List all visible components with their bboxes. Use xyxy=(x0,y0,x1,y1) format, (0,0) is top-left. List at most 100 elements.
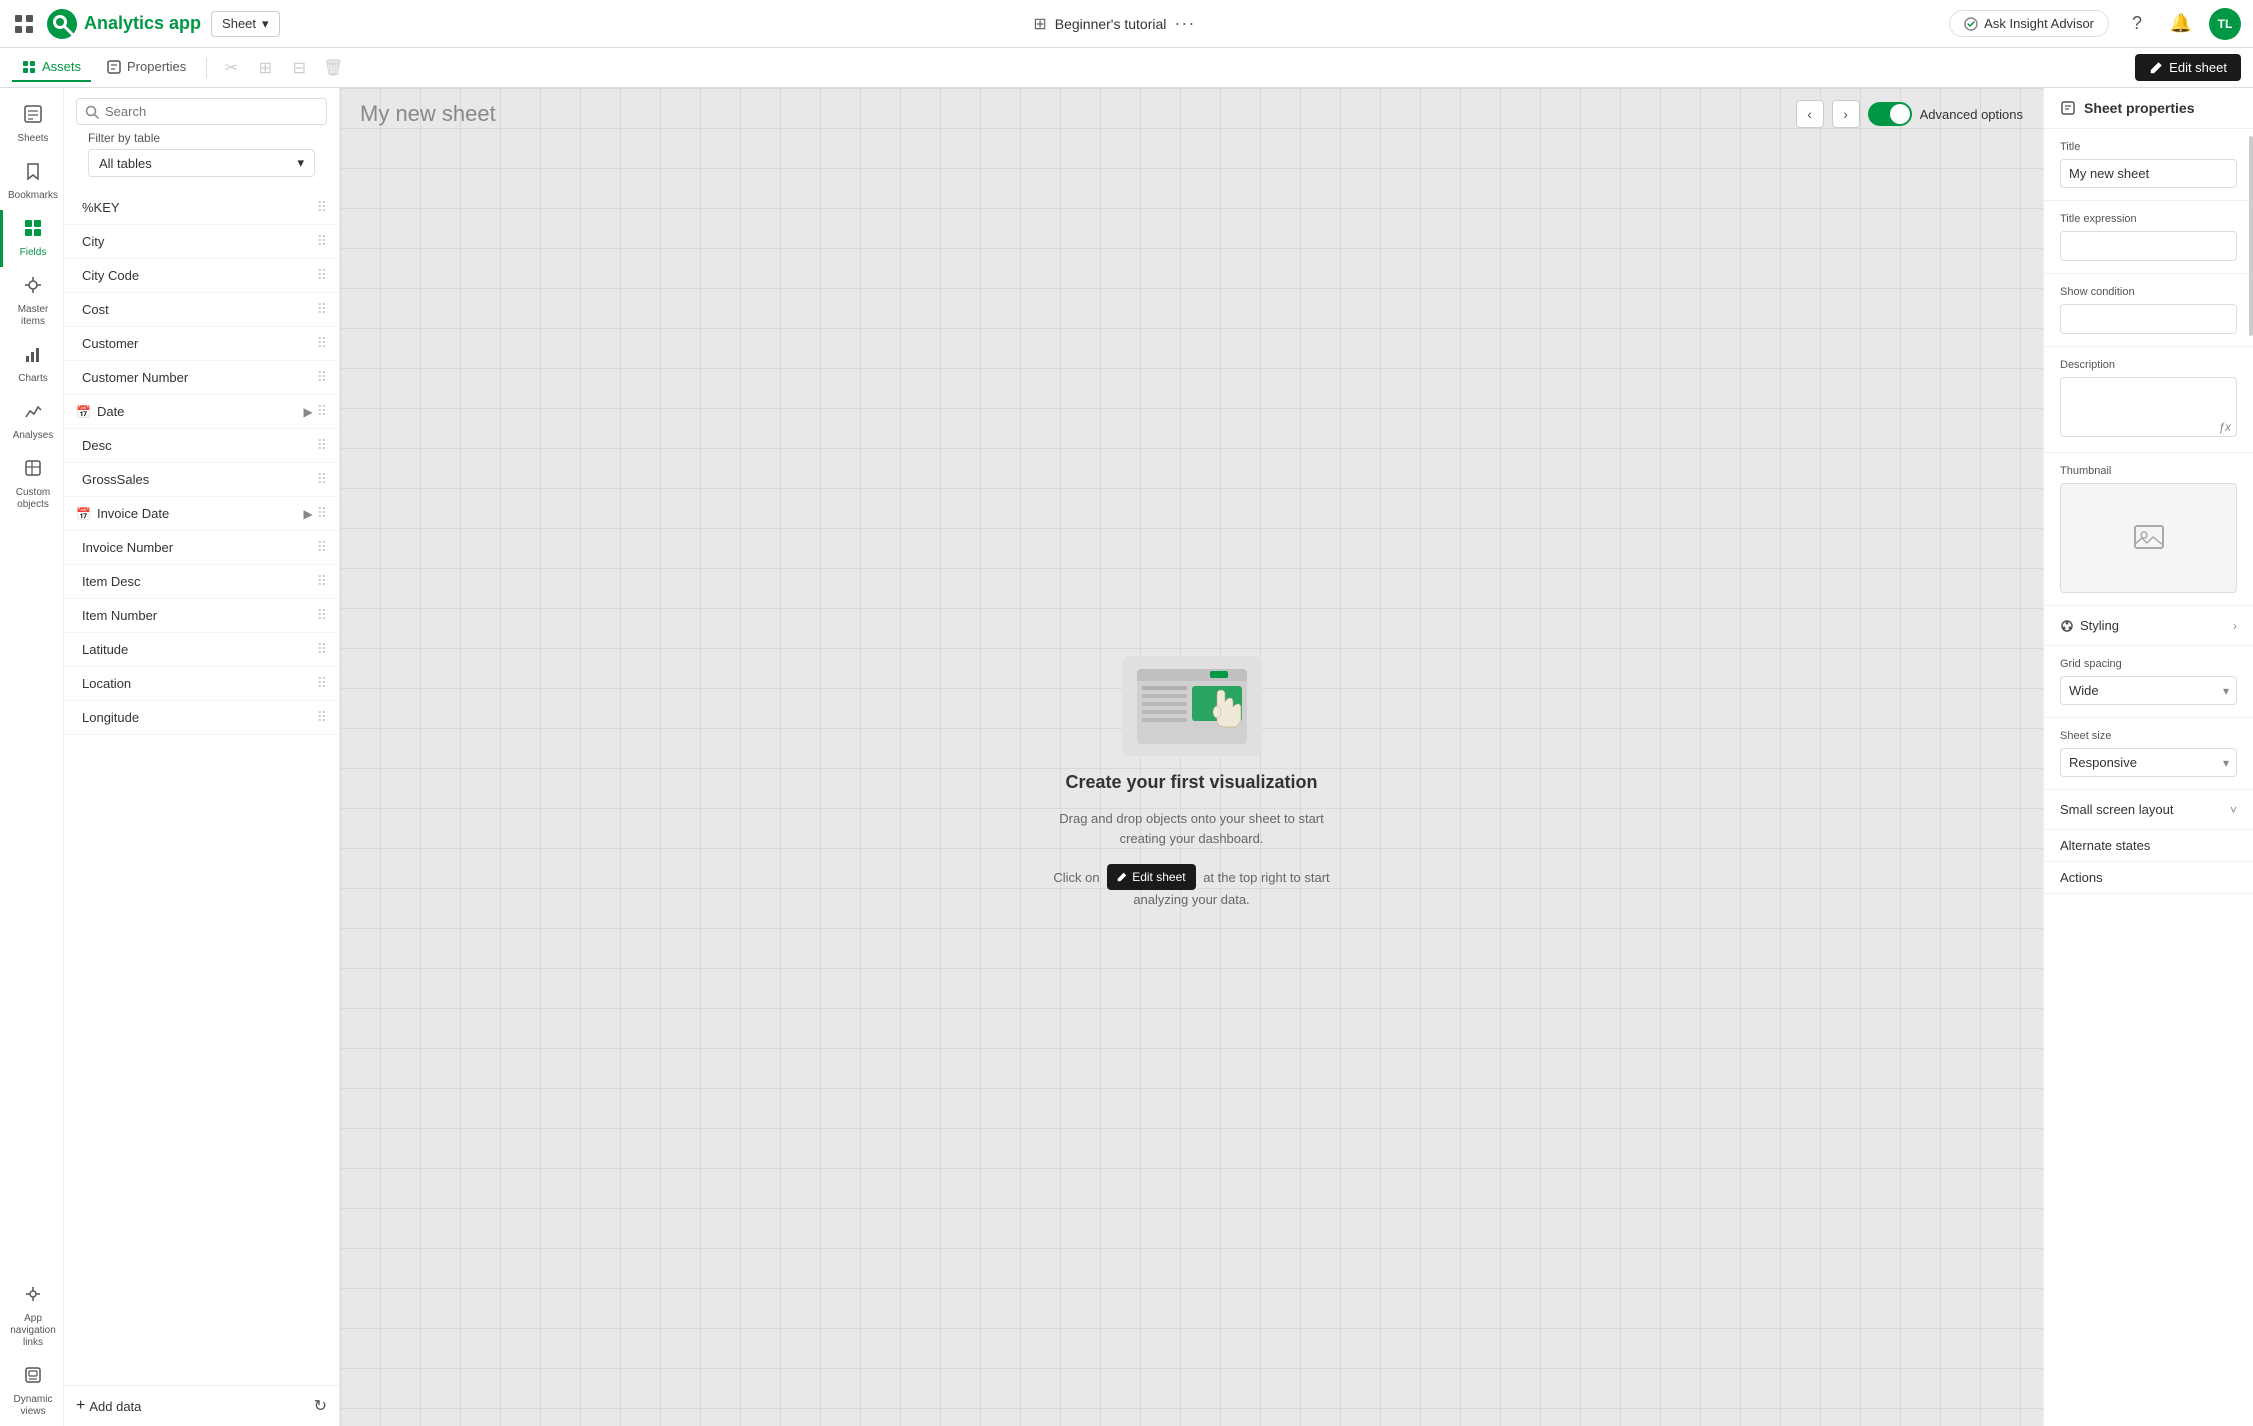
field-item-customer[interactable]: Customer ⠿ xyxy=(64,327,339,361)
drag-handle-icon[interactable]: ⠿ xyxy=(317,539,327,556)
insight-advisor-button[interactable]: Ask Insight Advisor xyxy=(1949,10,2109,37)
sidebar-item-custom-objects[interactable]: Custom objects xyxy=(0,450,64,519)
field-item-item-desc[interactable]: Item Desc ⠿ xyxy=(64,565,339,599)
user-avatar[interactable]: TL xyxy=(2209,8,2241,40)
prop-show-condition-section: Show condition ƒx xyxy=(2044,274,2253,347)
drag-handle-icon[interactable]: ⠿ xyxy=(317,301,327,318)
sheet-center-icon: ⊞ xyxy=(1033,14,1046,34)
field-item-location[interactable]: Location ⠿ xyxy=(64,667,339,701)
drag-handle-icon[interactable]: ⠿ xyxy=(317,675,327,692)
sidebar-item-app-nav[interactable]: App navigation links xyxy=(0,1276,64,1357)
sidebar-item-charts[interactable]: Charts xyxy=(0,336,64,393)
help-button[interactable]: ? xyxy=(2121,8,2153,40)
field-item-invoice-date[interactable]: 📅 Invoice Date ▶ ⠿ xyxy=(64,497,339,531)
delete-button[interactable]: 🗑 xyxy=(319,54,347,82)
refresh-button[interactable]: ↻ xyxy=(314,1396,327,1416)
canvas-body: Create your first visualization Drag and… xyxy=(1052,140,1332,1426)
sidebar-item-sheets[interactable]: Sheets xyxy=(0,96,64,153)
search-input[interactable] xyxy=(105,104,318,119)
prop-alternate-states[interactable]: Alternate states xyxy=(2044,830,2253,862)
sheet-dropdown[interactable]: Sheet ▾ xyxy=(211,11,280,37)
prop-title-expr-input[interactable] xyxy=(2061,233,2237,260)
prop-actions[interactable]: Actions xyxy=(2044,862,2253,894)
more-options-button[interactable]: ··· xyxy=(1174,13,1195,34)
sidebar-item-fields[interactable]: Fields xyxy=(0,210,64,267)
field-name: Item Desc xyxy=(82,574,141,589)
thumbnail-box[interactable] xyxy=(2060,483,2237,593)
prop-title-expr-input-wrapper: ƒx xyxy=(2060,231,2237,261)
drag-handle-icon[interactable]: ⠿ xyxy=(317,607,327,624)
drag-handle-icon[interactable]: ⠿ xyxy=(317,505,327,522)
notifications-button[interactable]: 🔔 xyxy=(2165,8,2197,40)
field-name: %KEY xyxy=(82,200,120,215)
field-item-latitude[interactable]: Latitude ⠿ xyxy=(64,633,339,667)
viz-click-text: Click on xyxy=(1053,870,1099,885)
prop-grid-spacing-label: Grid spacing xyxy=(2060,658,2237,670)
drag-handle-icon[interactable]: ⠿ xyxy=(317,403,327,420)
prop-description-fx[interactable]: ƒx xyxy=(2218,420,2231,434)
field-item-longitude[interactable]: Longitude ⠿ xyxy=(64,701,339,735)
field-item-cost[interactable]: Cost ⠿ xyxy=(64,293,339,327)
fields-header: Filter by table All tables ▾ xyxy=(64,88,339,191)
prop-description-section: Description ƒx xyxy=(2044,347,2253,453)
sidebar-item-bookmarks[interactable]: Bookmarks xyxy=(0,153,64,210)
all-tables-dropdown[interactable]: All tables ▾ xyxy=(88,149,315,177)
field-item-city[interactable]: City ⠿ xyxy=(64,225,339,259)
prop-styling-expandable[interactable]: Styling › xyxy=(2044,606,2253,646)
qlik-logo[interactable]: Analytics app xyxy=(46,8,201,40)
drag-handle-icon[interactable]: ⠿ xyxy=(317,335,327,352)
field-item-date[interactable]: 📅 Date ▶ ⠿ xyxy=(64,395,339,429)
drag-handle-icon[interactable]: ⠿ xyxy=(317,369,327,386)
prop-grid-spacing-select[interactable]: Narrow Medium Wide xyxy=(2060,676,2237,705)
search-box[interactable] xyxy=(76,98,327,125)
fields-icon xyxy=(23,218,43,244)
toolbar-divider xyxy=(206,58,207,78)
app-grid-icon[interactable] xyxy=(12,12,36,36)
drag-handle-icon[interactable]: ⠿ xyxy=(317,471,327,488)
nav-prev-button[interactable]: ‹ xyxy=(1796,100,1824,128)
analyses-icon xyxy=(23,401,43,427)
sidebar-item-dynamic-views[interactable]: Dynamic views xyxy=(0,1357,64,1426)
field-item-grosssales[interactable]: GrossSales ⠿ xyxy=(64,463,339,497)
edit-sheet-inline-button[interactable]: Edit sheet xyxy=(1107,864,1195,890)
properties-icon xyxy=(107,60,121,74)
viz-title: Create your first visualization xyxy=(1065,772,1317,793)
prop-show-condition-input[interactable] xyxy=(2061,306,2237,333)
field-item-invoice-number[interactable]: Invoice Number ⠿ xyxy=(64,531,339,565)
field-item-city-code[interactable]: City Code ⠿ xyxy=(64,259,339,293)
drag-handle-icon[interactable]: ⠿ xyxy=(317,199,327,216)
field-item-customer-number[interactable]: Customer Number ⠿ xyxy=(64,361,339,395)
advanced-options-toggle[interactable]: Advanced options xyxy=(1868,102,2023,126)
properties-tab[interactable]: Properties xyxy=(97,53,196,82)
field-item-key[interactable]: %KEY ⠿ xyxy=(64,191,339,225)
edit-sheet-button[interactable]: Edit sheet xyxy=(2135,54,2241,81)
advanced-options-toggle-switch[interactable] xyxy=(1868,102,1912,126)
copy-button[interactable]: ⊞ xyxy=(251,54,279,82)
drag-handle-icon[interactable]: ⠿ xyxy=(317,641,327,658)
prop-description-textarea[interactable] xyxy=(2060,377,2237,437)
expand-arrow-icon[interactable]: ▶ xyxy=(304,507,313,521)
assets-tab[interactable]: Assets xyxy=(12,53,91,82)
drag-handle-icon[interactable]: ⠿ xyxy=(317,573,327,590)
field-item-desc[interactable]: Desc ⠿ xyxy=(64,429,339,463)
field-item-item-number[interactable]: Item Number ⠿ xyxy=(64,599,339,633)
field-name: Desc xyxy=(82,438,112,453)
sheets-icon xyxy=(23,104,43,130)
actions-label: Actions xyxy=(2060,870,2103,885)
paste-button[interactable]: ⊟ xyxy=(285,54,313,82)
drag-handle-icon[interactable]: ⠿ xyxy=(317,709,327,726)
drag-handle-icon[interactable]: ⠿ xyxy=(317,437,327,454)
expand-arrow-icon[interactable]: ▶ xyxy=(304,405,313,419)
nav-next-button[interactable]: › xyxy=(1832,100,1860,128)
drag-handle-icon[interactable]: ⠿ xyxy=(317,233,327,250)
drag-handle-icon[interactable]: ⠿ xyxy=(317,267,327,284)
canvas: My new sheet ‹ › Advanced options xyxy=(340,88,2043,1426)
prop-sheet-size-select[interactable]: Responsive Custom xyxy=(2060,748,2237,777)
add-data-button[interactable]: + Add data xyxy=(76,1397,141,1415)
sidebar-item-analyses[interactable]: Analyses xyxy=(0,393,64,450)
sidebar-item-master-items[interactable]: Master items xyxy=(0,267,64,336)
scroll-indicator[interactable] xyxy=(2249,136,2253,336)
prop-title-input[interactable] xyxy=(2060,159,2237,188)
prop-small-screen-expandable[interactable]: Small screen layout ˅ xyxy=(2044,790,2253,830)
cut-button[interactable]: ✂ xyxy=(217,54,245,82)
